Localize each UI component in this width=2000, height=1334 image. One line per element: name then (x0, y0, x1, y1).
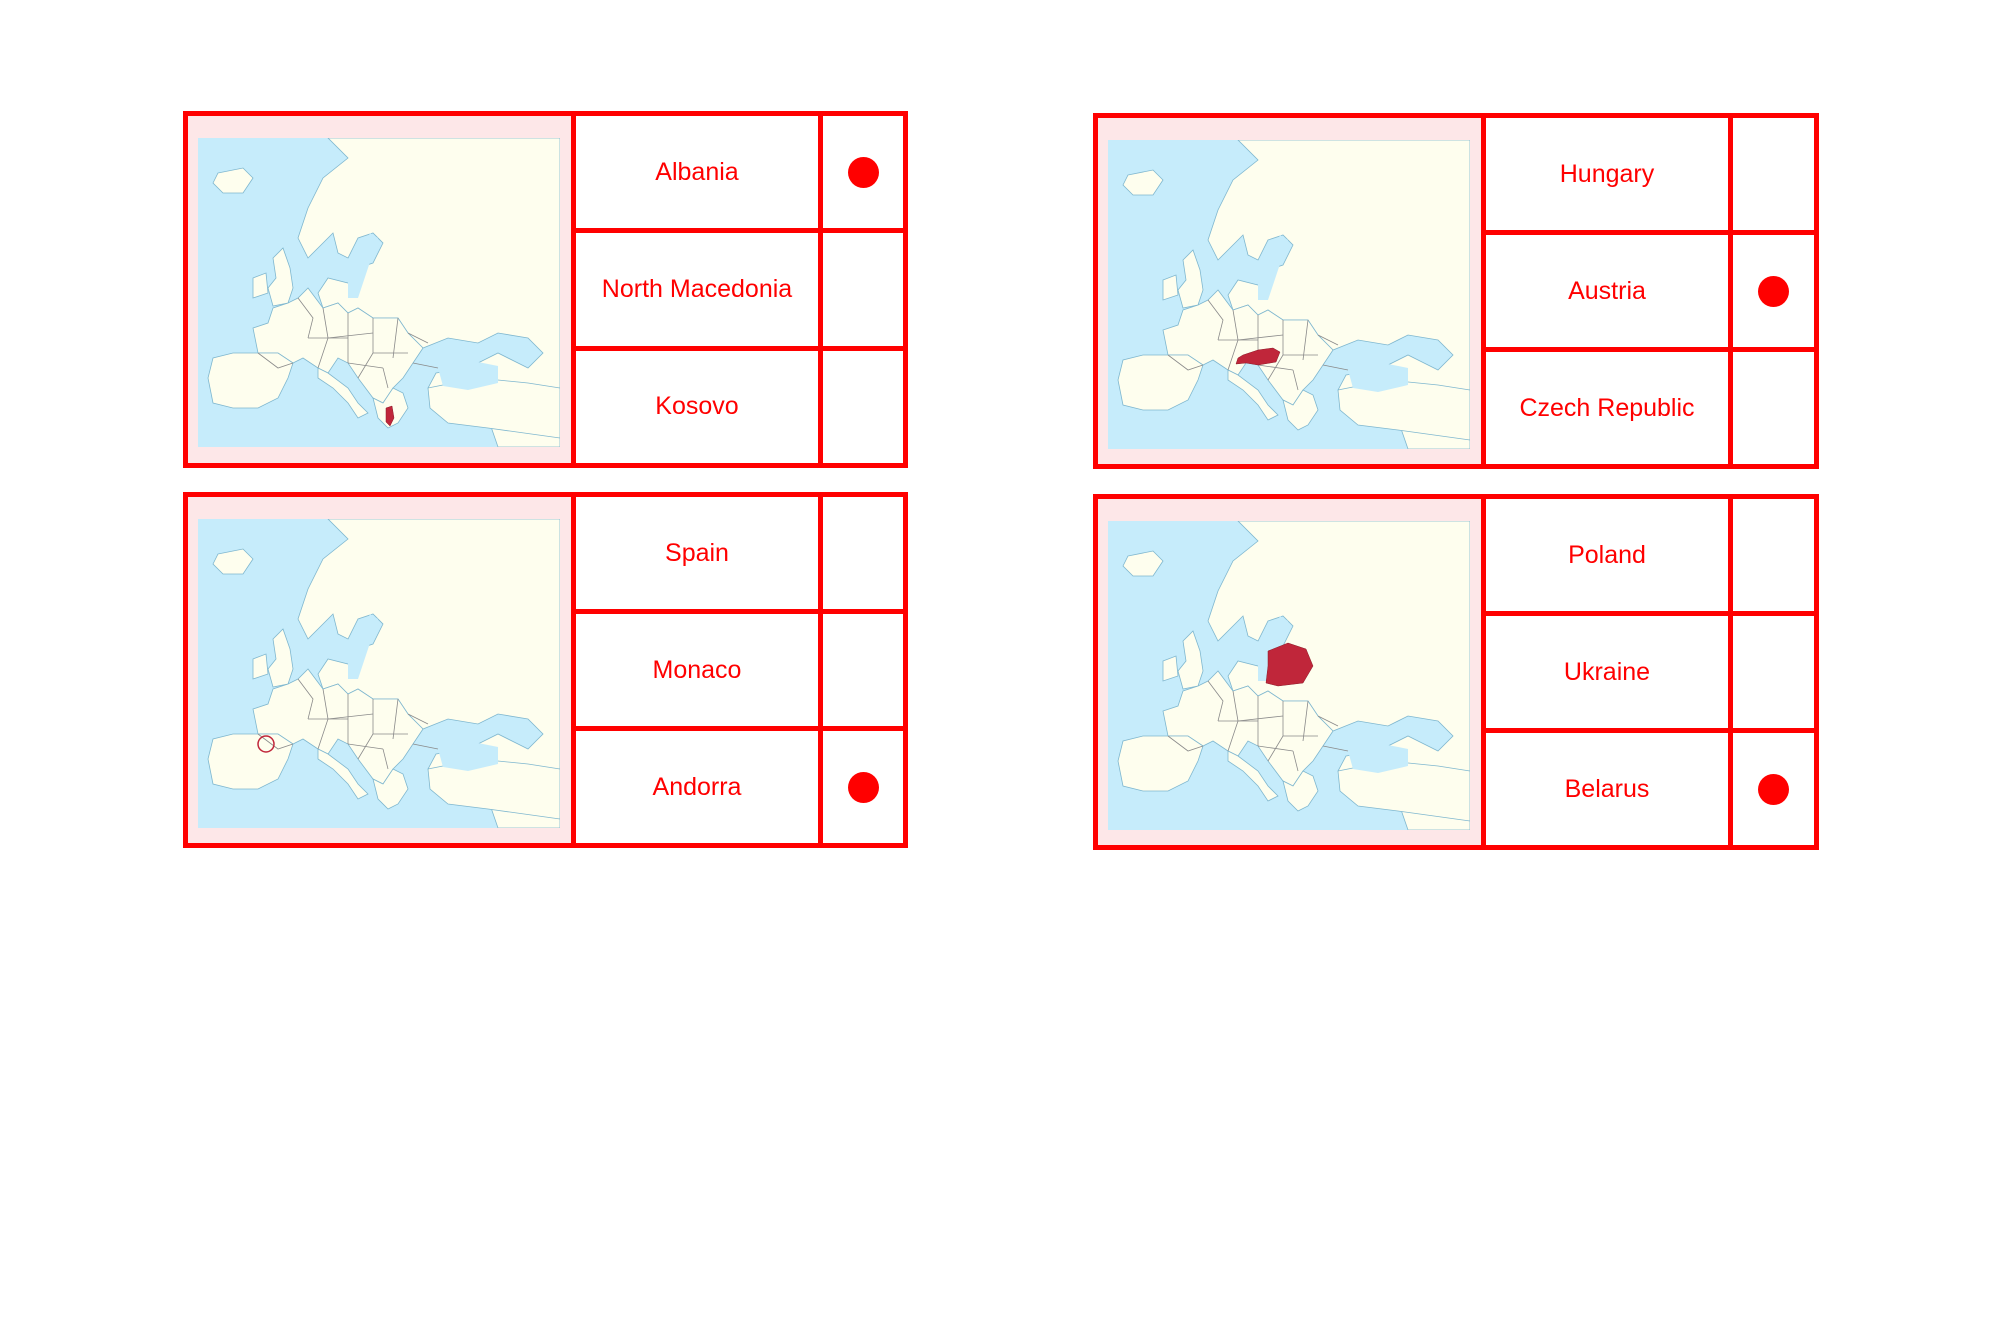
europe-map (198, 138, 560, 447)
answer-mark-cell[interactable] (823, 116, 903, 228)
answer-mark-cell[interactable] (823, 614, 903, 726)
option-row: Monaco (576, 614, 903, 731)
option-row: Austria (1486, 235, 1814, 352)
option-label[interactable]: North Macedonia (576, 233, 823, 346)
options-table: Hungary Austria Czech Republic (1486, 118, 1814, 464)
option-label[interactable]: Czech Republic (1486, 352, 1733, 464)
option-row: North Macedonia (576, 233, 903, 351)
answer-mark-cell[interactable] (1733, 733, 1814, 845)
option-label[interactable]: Hungary (1486, 118, 1733, 230)
answer-dot-icon (1758, 773, 1789, 805)
option-row: Hungary (1486, 118, 1814, 235)
option-row: Czech Republic (1486, 352, 1814, 464)
answer-mark-cell[interactable] (823, 233, 903, 345)
answer-mark-cell[interactable] (823, 351, 903, 463)
europe-map (1108, 140, 1470, 449)
answer-mark-cell[interactable] (1733, 118, 1814, 230)
option-label[interactable]: Austria (1486, 235, 1733, 347)
map-cell (188, 116, 576, 463)
option-label[interactable]: Kosovo (576, 350, 823, 463)
options-table: Spain Monaco Andorra (576, 497, 903, 843)
options-table: Albania North Macedonia Kosovo (576, 116, 903, 463)
option-label[interactable]: Albania (576, 116, 823, 229)
option-label[interactable]: Ukraine (1486, 616, 1733, 728)
answer-mark-cell[interactable] (823, 497, 903, 609)
option-label[interactable]: Monaco (576, 614, 823, 726)
answer-mark-cell[interactable] (1733, 235, 1814, 347)
option-row: Andorra (576, 731, 903, 843)
option-row: Kosovo (576, 350, 903, 463)
option-label[interactable]: Poland (1486, 499, 1733, 611)
quiz-card-austria: Hungary Austria Czech Republic (1093, 113, 1819, 469)
option-row: Albania (576, 116, 903, 234)
quiz-card-albania: Albania North Macedonia Kosovo (183, 111, 908, 468)
europe-map (1108, 521, 1470, 830)
quiz-card-andorra: Spain Monaco Andorra (183, 492, 908, 848)
option-row: Ukraine (1486, 616, 1814, 733)
option-row: Poland (1486, 499, 1814, 616)
answer-mark-cell[interactable] (1733, 499, 1814, 611)
map-cell (188, 497, 576, 843)
options-table: Poland Ukraine Belarus (1486, 499, 1814, 845)
option-label[interactable]: Spain (576, 497, 823, 609)
option-label[interactable]: Belarus (1486, 733, 1733, 845)
option-row: Belarus (1486, 733, 1814, 845)
option-row: Spain (576, 497, 903, 614)
quiz-card-belarus: Poland Ukraine Belarus (1093, 494, 1819, 850)
answer-dot-icon (1758, 275, 1789, 307)
answer-dot-icon (847, 156, 879, 188)
answer-mark-cell[interactable] (823, 731, 903, 843)
option-label[interactable]: Andorra (576, 731, 823, 843)
map-cell (1098, 118, 1486, 464)
map-cell (1098, 499, 1486, 845)
answer-mark-cell[interactable] (1733, 616, 1814, 728)
europe-map (198, 519, 560, 828)
answer-mark-cell[interactable] (1733, 352, 1814, 464)
answer-dot-icon (847, 771, 879, 803)
